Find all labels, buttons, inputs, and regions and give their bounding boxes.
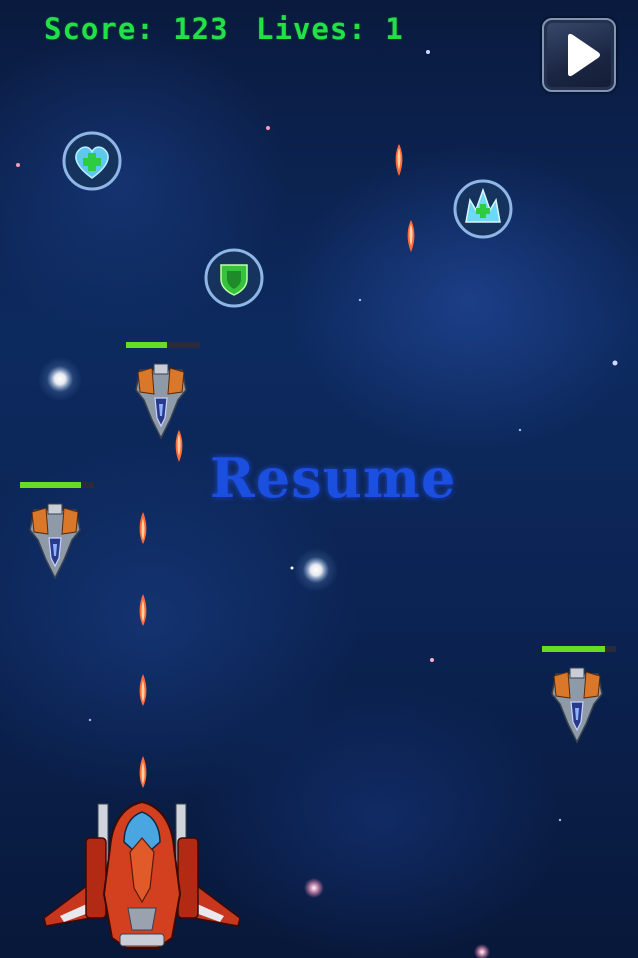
player-bullet: [139, 594, 147, 626]
enemy-ship[interactable]: [132, 360, 190, 440]
star: [38, 357, 82, 401]
star: [266, 126, 270, 130]
crystal-powerup[interactable]: [452, 178, 514, 240]
resume-button[interactable]: Resume: [210, 446, 456, 510]
enemy-ship[interactable]: [548, 664, 606, 744]
enemy-bullet: [407, 220, 415, 252]
enemy-health-bar: [20, 482, 94, 488]
play-button[interactable]: [542, 18, 616, 92]
enemy-health-bar: [126, 342, 200, 348]
player-bullet: [139, 756, 147, 788]
enemy-bullet: [395, 144, 403, 176]
star: [558, 818, 562, 822]
player-bullet: [139, 512, 147, 544]
star: [612, 360, 618, 366]
star: [290, 566, 294, 570]
heart-powerup[interactable]: [61, 130, 123, 192]
game-scene[interactable]: Score: 123 Lives: 1 Resume: [0, 0, 638, 958]
score-label: Score: 123: [44, 12, 229, 46]
enemy-health-fill: [20, 482, 81, 488]
player-ship[interactable]: [40, 798, 244, 954]
enemy-ship[interactable]: [26, 500, 84, 580]
play-icon: [568, 33, 600, 77]
star: [430, 658, 434, 662]
star: [294, 548, 338, 592]
star: [88, 718, 92, 722]
shield-powerup[interactable]: [203, 247, 265, 309]
star: [474, 944, 490, 958]
star: [518, 428, 522, 432]
player-bullet: [139, 674, 147, 706]
lives-label: Lives: 1: [256, 12, 404, 46]
enemy-health-bar: [542, 646, 616, 652]
enemy-health-fill: [542, 646, 605, 652]
star: [16, 163, 20, 167]
star: [358, 298, 362, 302]
star: [426, 50, 430, 54]
star: [304, 878, 324, 898]
enemy-health-fill: [126, 342, 167, 348]
